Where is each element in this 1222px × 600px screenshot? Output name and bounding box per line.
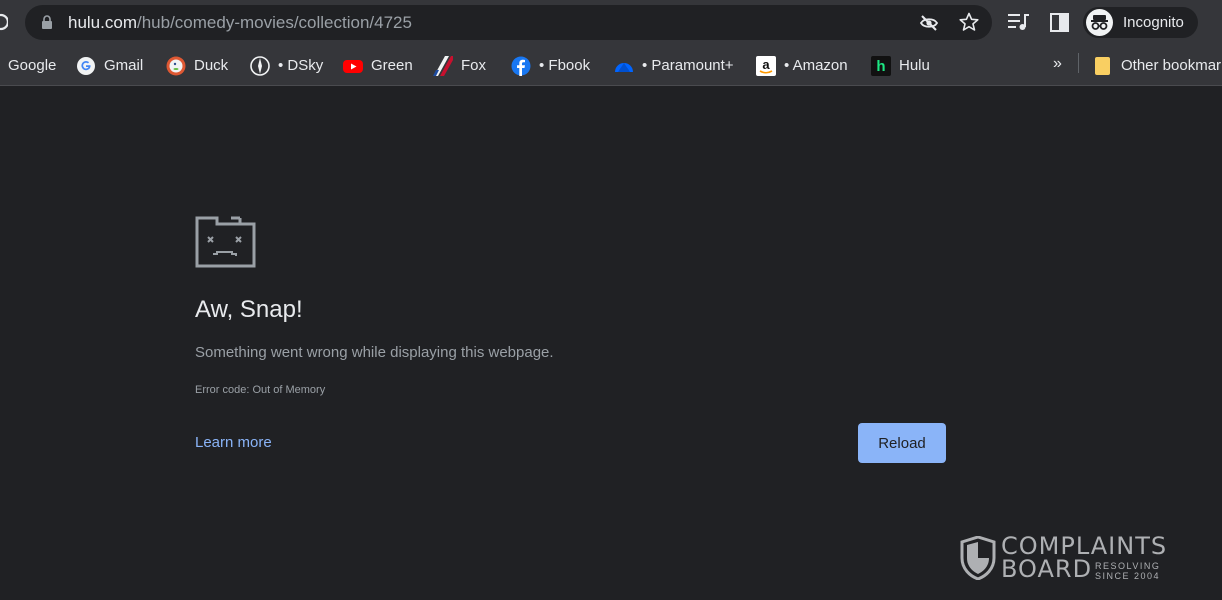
shield-logo-icon bbox=[960, 536, 996, 580]
bookmark-label: Google bbox=[8, 57, 57, 74]
sad-tab-icon bbox=[195, 216, 256, 268]
bookmark-hulu[interactable]: h Hulu bbox=[871, 45, 930, 86]
duckduckgo-icon bbox=[166, 56, 186, 76]
learn-more-link[interactable]: Learn more bbox=[195, 434, 272, 451]
google-icon bbox=[76, 56, 96, 76]
complaints-board-watermark: COMPLAINTS BOARD RESOLVING SINCE 2004 bbox=[960, 532, 1175, 584]
svg-text:h: h bbox=[876, 58, 885, 75]
bookmark-label: Other bookmarks bbox=[1121, 57, 1222, 74]
dsky-icon bbox=[250, 55, 270, 76]
bookmark-duck[interactable]: Duck bbox=[166, 45, 228, 86]
address-bar[interactable]: hulu.com/hub/comedy-movies/collection/47… bbox=[25, 5, 992, 40]
amazon-icon: a bbox=[756, 55, 776, 76]
bookmark-label: • DSky bbox=[278, 57, 324, 74]
eye-off-icon[interactable] bbox=[919, 13, 939, 33]
bookmark-google[interactable]: Google bbox=[8, 45, 56, 86]
incognito-label: Incognito bbox=[1123, 14, 1184, 31]
side-panel-icon[interactable] bbox=[1050, 13, 1069, 32]
incognito-icon bbox=[1086, 9, 1113, 36]
reload-button[interactable]: Reload bbox=[858, 423, 946, 463]
bookmark-label: Green bbox=[371, 57, 413, 74]
bookmark-label: Hulu bbox=[899, 57, 930, 74]
watermark-tagline1: RESOLVING bbox=[1095, 561, 1161, 571]
bookmarks-overflow-button[interactable]: » bbox=[1053, 55, 1062, 73]
media-controls-icon[interactable] bbox=[1008, 12, 1030, 32]
bookmark-fox[interactable]: Fox bbox=[433, 45, 486, 86]
bookmark-label: Gmail bbox=[104, 57, 144, 74]
folder-icon bbox=[1093, 56, 1113, 76]
hulu-icon: h bbox=[871, 55, 891, 76]
incognito-profile-button[interactable]: Incognito bbox=[1083, 7, 1198, 38]
lock-icon[interactable] bbox=[41, 15, 53, 30]
bookmark-paramount[interactable]: • Paramount+ bbox=[614, 45, 734, 86]
error-heading: Aw, Snap! bbox=[195, 296, 303, 323]
bookmark-label: • Amazon bbox=[784, 57, 848, 74]
bookmark-label: Duck bbox=[194, 57, 229, 74]
browser-toolbar: hulu.com/hub/comedy-movies/collection/47… bbox=[0, 0, 1222, 45]
url-text[interactable]: hulu.com/hub/comedy-movies/collection/47… bbox=[68, 13, 412, 32]
error-code: Error code: Out of Memory bbox=[195, 384, 326, 396]
other-bookmarks[interactable]: Other bookmarks bbox=[1093, 45, 1222, 86]
bookmark-label: • Paramount+ bbox=[642, 57, 734, 74]
bookmark-fbook[interactable]: • Fbook bbox=[511, 45, 590, 86]
fox-icon bbox=[433, 55, 453, 76]
bookmark-gmail[interactable]: Gmail bbox=[76, 45, 143, 86]
youtube-icon bbox=[343, 56, 363, 76]
svg-text:a: a bbox=[762, 57, 770, 72]
bookmark-amazon[interactable]: a • Amazon bbox=[756, 45, 848, 86]
paramount-icon bbox=[614, 56, 634, 76]
star-icon[interactable] bbox=[959, 12, 979, 32]
bookmarks-divider bbox=[1078, 53, 1079, 73]
error-message: Something went wrong while displaying th… bbox=[195, 344, 554, 361]
bookmark-label: • Fbook bbox=[539, 57, 591, 74]
url-host: hulu.com bbox=[68, 13, 137, 32]
bookmarks-bar: Google Gmail Duck • DSky Green Fox • Fbo… bbox=[0, 45, 1222, 86]
watermark-line2: BOARD bbox=[1001, 555, 1093, 583]
reload-icon[interactable] bbox=[0, 12, 9, 32]
bookmark-label: Fox bbox=[461, 57, 487, 74]
bookmark-green[interactable]: Green bbox=[343, 45, 413, 86]
facebook-icon bbox=[511, 56, 531, 76]
url-path: /hub/comedy-movies/collection/4725 bbox=[136, 13, 412, 32]
bookmark-dsky[interactable]: • DSky bbox=[250, 45, 323, 86]
watermark-tagline2: SINCE 2004 bbox=[1095, 571, 1161, 581]
